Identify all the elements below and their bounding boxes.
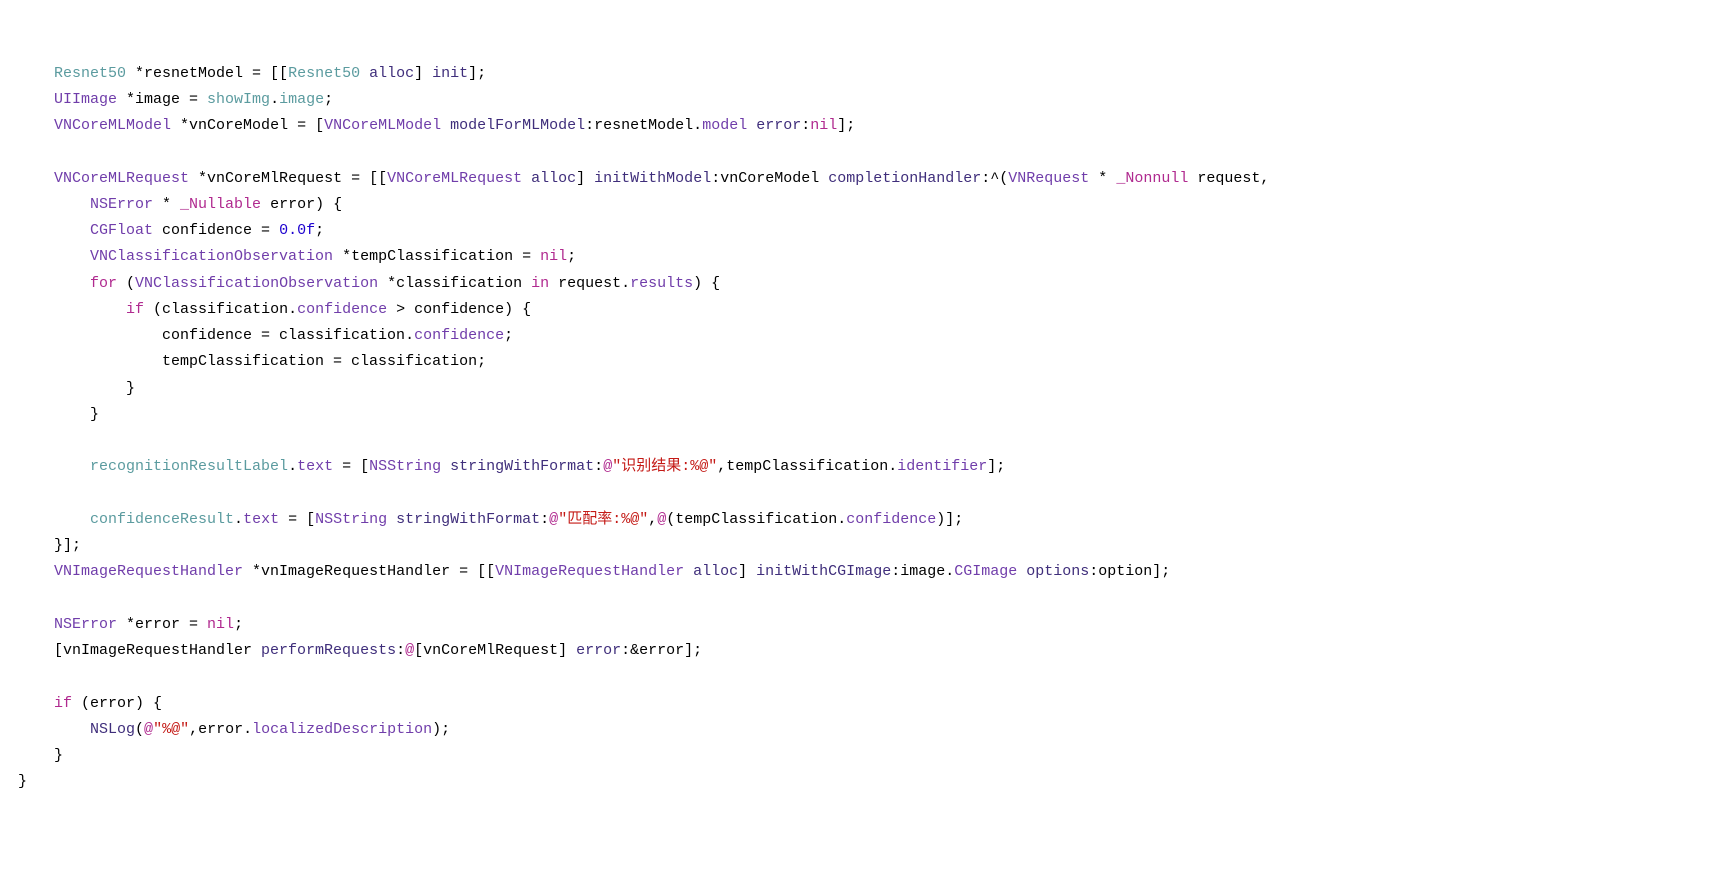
code-line	[18, 428, 1711, 454]
code-line: VNCoreMLRequest *vnCoreMlRequest = [[VNC…	[18, 166, 1711, 192]
code-line: CGFloat confidence = 0.0f;	[18, 218, 1711, 244]
code-line: NSError * _Nullable error) {	[18, 192, 1711, 218]
code-line: VNImageRequestHandler *vnImageRequestHan…	[18, 559, 1711, 585]
code-line: }];	[18, 533, 1711, 559]
code-line: NSError *error = nil;	[18, 612, 1711, 638]
code-line: tempClassification = classification;	[18, 349, 1711, 375]
code-line: UIImage *image = showImg.image;	[18, 87, 1711, 113]
code-line: Resnet50 *resnetModel = [[Resnet50 alloc…	[18, 61, 1711, 87]
code-editor[interactable]: Resnet50 *resnetModel = [[Resnet50 alloc…	[18, 61, 1711, 796]
code-line: confidence = classification.confidence;	[18, 323, 1711, 349]
code-line	[18, 664, 1711, 690]
code-line: VNClassificationObservation *tempClassif…	[18, 244, 1711, 270]
code-line: }	[18, 743, 1711, 769]
code-line	[18, 139, 1711, 165]
code-line	[18, 481, 1711, 507]
code-line: if (classification.confidence > confiden…	[18, 297, 1711, 323]
code-line	[18, 586, 1711, 612]
code-line: recognitionResultLabel.text = [NSString …	[18, 454, 1711, 480]
code-line: NSLog(@"%@",error.localizedDescription);	[18, 717, 1711, 743]
code-line: VNCoreMLModel *vnCoreModel = [VNCoreMLMo…	[18, 113, 1711, 139]
code-line: for (VNClassificationObservation *classi…	[18, 271, 1711, 297]
code-line: }	[18, 402, 1711, 428]
code-line: confidenceResult.text = [NSString string…	[18, 507, 1711, 533]
code-line: }	[18, 376, 1711, 402]
code-line: }	[18, 769, 1711, 795]
code-line: [vnImageRequestHandler performRequests:@…	[18, 638, 1711, 664]
code-line: if (error) {	[18, 691, 1711, 717]
